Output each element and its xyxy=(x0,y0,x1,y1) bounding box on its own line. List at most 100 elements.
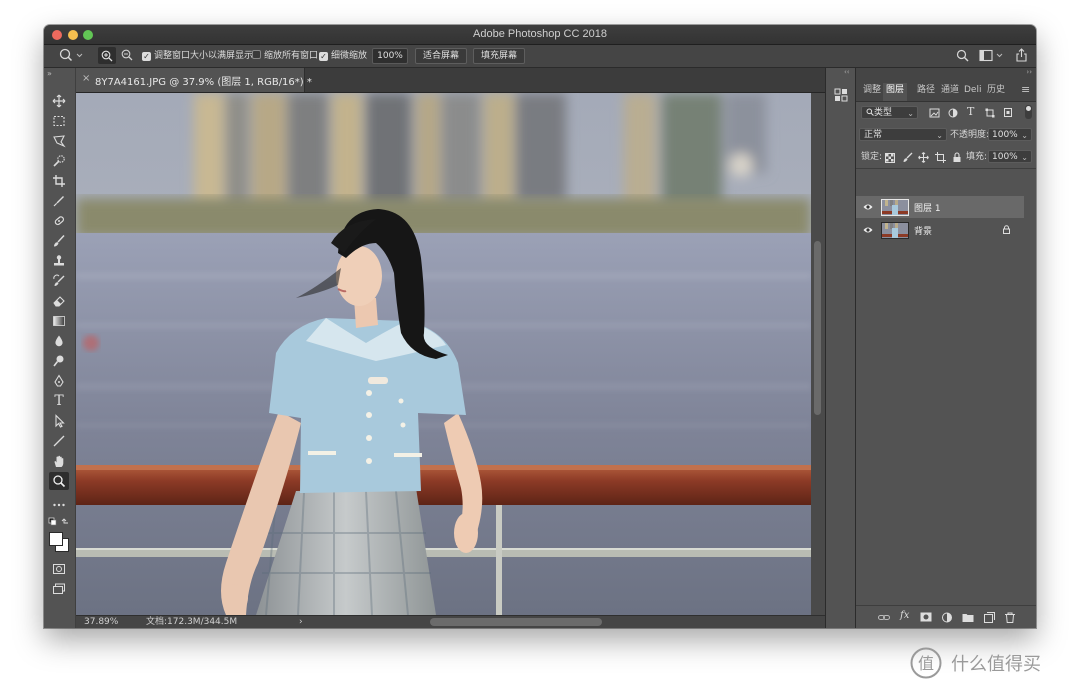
status-menu-arrow[interactable]: › xyxy=(299,616,303,628)
layer-row-background[interactable]: 背景 xyxy=(856,219,1024,241)
layer-filter-row: 类型 ⌄ T xyxy=(856,103,1036,123)
tab-deli[interactable]: Deli xyxy=(964,83,981,97)
zoom-level-field[interactable]: 37.89% xyxy=(84,616,118,628)
adjustment-icon[interactable] xyxy=(941,612,953,623)
spot-healing-tool[interactable] xyxy=(49,212,69,230)
eyedropper-icon xyxy=(53,196,64,207)
blend-mode-dropdown[interactable]: 正常 ⌄ xyxy=(859,128,947,141)
share-button[interactable] xyxy=(1015,48,1028,62)
opacity-field[interactable]: 100% ⌄ xyxy=(988,128,1032,141)
filter-type-icon[interactable]: T xyxy=(967,105,974,118)
zoom-tool-preset-picker[interactable] xyxy=(58,48,84,62)
filter-pixel-icon[interactable] xyxy=(929,108,940,118)
color-swatches[interactable] xyxy=(48,531,70,553)
layer-thumbnail-image xyxy=(882,200,908,215)
dock-collapse-toggle[interactable]: ‹‹ xyxy=(844,68,850,76)
trash-icon[interactable] xyxy=(1004,612,1016,623)
watermark-text: 什么值得买 xyxy=(951,654,1041,675)
toolbar-expand-toggle[interactable]: » xyxy=(47,69,52,78)
vertical-scrollbar[interactable] xyxy=(811,93,825,615)
panel-expand-toggle[interactable]: ›› xyxy=(1026,68,1032,76)
zoom-icon xyxy=(59,48,83,62)
fx-icon[interactable]: fx xyxy=(900,610,909,621)
vertical-scroll-thumb[interactable] xyxy=(814,241,821,415)
lasso-tool[interactable] xyxy=(49,132,69,150)
line-tool[interactable] xyxy=(49,432,69,450)
gradient-tool[interactable] xyxy=(49,312,69,330)
clone-stamp-tool[interactable] xyxy=(49,252,69,270)
group-folder-icon[interactable] xyxy=(962,612,974,623)
panel-menu-icon[interactable]: ≡ xyxy=(1021,83,1030,97)
panel-top-strip: ›› xyxy=(856,68,1036,79)
filter-adjustment-icon[interactable] xyxy=(948,108,958,118)
horizontal-scroll-thumb[interactable] xyxy=(430,618,602,626)
fill-screen-button[interactable]: 填充屏幕 xyxy=(473,48,525,64)
hand-tool[interactable] xyxy=(49,452,69,470)
quick-select-tool[interactable] xyxy=(49,152,69,170)
zoom-in-mode-button[interactable] xyxy=(98,47,116,64)
blend-opacity-row: 正常 ⌄ 不透明度: 100% ⌄ xyxy=(856,125,1036,145)
brush-tool[interactable] xyxy=(49,232,69,250)
title-bar: Adobe Photoshop CC 2018 xyxy=(44,25,1036,45)
filter-shape-icon[interactable] xyxy=(985,108,995,118)
resize-windows-checkbox[interactable]: ✓ xyxy=(142,52,151,61)
new-layer-icon[interactable] xyxy=(983,612,995,623)
link-icon[interactable] xyxy=(878,612,890,623)
lock-pixels-brush-icon[interactable] xyxy=(902,152,913,163)
pen-tool[interactable] xyxy=(49,372,69,390)
lock-transparency-icon[interactable] xyxy=(885,153,895,163)
collapsed-panel-dock: ‹‹ xyxy=(826,68,856,628)
crop-tool[interactable] xyxy=(49,172,69,190)
tab-history[interactable]: 历史 xyxy=(987,83,1005,97)
marquee-tool[interactable] xyxy=(49,112,69,130)
history-brush-icon xyxy=(53,274,65,286)
path-select-tool[interactable] xyxy=(49,412,69,430)
document-tab[interactable]: × 8Y7A4161.JPG @ 37.9% (图层 1, RGB/16*) * xyxy=(76,68,312,92)
close-document-icon[interactable]: × xyxy=(82,73,90,84)
search-button[interactable] xyxy=(956,49,969,63)
layer-thumbnail-image xyxy=(882,223,908,238)
zoom-tool[interactable] xyxy=(49,472,69,490)
layer-filter-dropdown[interactable]: 类型 ⌄ xyxy=(861,106,918,119)
lock-all-icon[interactable] xyxy=(952,152,962,163)
eraser-tool[interactable] xyxy=(49,292,69,310)
tab-channels[interactable]: 通道 xyxy=(941,83,959,97)
workspace-switcher[interactable] xyxy=(979,49,1005,63)
lock-position-icon[interactable] xyxy=(918,152,929,163)
tab-adjustments[interactable]: 调整 xyxy=(863,83,881,97)
zoom-out-mode-button[interactable] xyxy=(121,49,133,63)
filter-smart-object-icon[interactable] xyxy=(1003,107,1013,118)
default-colors-controls[interactable] xyxy=(48,517,70,527)
zoom-percent-field[interactable]: 100% xyxy=(372,48,408,64)
lock-fill-row: 锁定: 填充: 100% ⌄ xyxy=(856,147,1036,167)
lock-artboard-icon[interactable] xyxy=(935,152,946,163)
eye-icon[interactable] xyxy=(863,202,873,212)
resize-windows-option[interactable]: ✓ 调整窗口大小以满屏显示 xyxy=(142,49,253,63)
dodge-tool[interactable] xyxy=(49,352,69,370)
filter-toggle-switch[interactable] xyxy=(1025,105,1032,119)
quick-mask-button[interactable] xyxy=(49,560,69,578)
zoom-all-windows-checkbox[interactable] xyxy=(252,50,261,59)
eye-icon[interactable] xyxy=(863,225,873,235)
tab-paths[interactable]: 路径 xyxy=(917,83,935,97)
history-brush-tool[interactable] xyxy=(49,272,69,290)
fit-screen-button[interactable]: 适合屏幕 xyxy=(415,48,467,64)
fill-field[interactable]: 100% ⌄ xyxy=(988,150,1032,163)
zoom-all-windows-option[interactable]: 缩放所有窗口 xyxy=(252,49,318,63)
layer-name: 背景 xyxy=(914,227,933,237)
tab-layers[interactable]: 图层 xyxy=(883,83,908,101)
photoshop-window: Adobe Photoshop CC 2018 ✓ 调整窗口大小以满屏显示 缩放所… xyxy=(44,25,1036,628)
type-tool[interactable]: T xyxy=(49,392,69,410)
layer-row-layer1[interactable]: 图层 1 xyxy=(856,196,1024,218)
scrubby-zoom-option[interactable]: ✓ 细微缩放 xyxy=(319,49,367,63)
move-tool[interactable] xyxy=(49,92,69,110)
screen-mode-button[interactable] xyxy=(49,580,69,598)
document-canvas[interactable] xyxy=(76,93,811,615)
scrubby-zoom-checkbox[interactable]: ✓ xyxy=(319,52,328,61)
blur-tool[interactable] xyxy=(49,332,69,350)
more-tools-button[interactable] xyxy=(49,496,69,514)
mask-icon[interactable] xyxy=(920,612,932,623)
properties-panel-button[interactable] xyxy=(833,87,849,103)
foreground-color-swatch[interactable] xyxy=(49,532,63,546)
eyedropper-tool[interactable] xyxy=(49,192,69,210)
